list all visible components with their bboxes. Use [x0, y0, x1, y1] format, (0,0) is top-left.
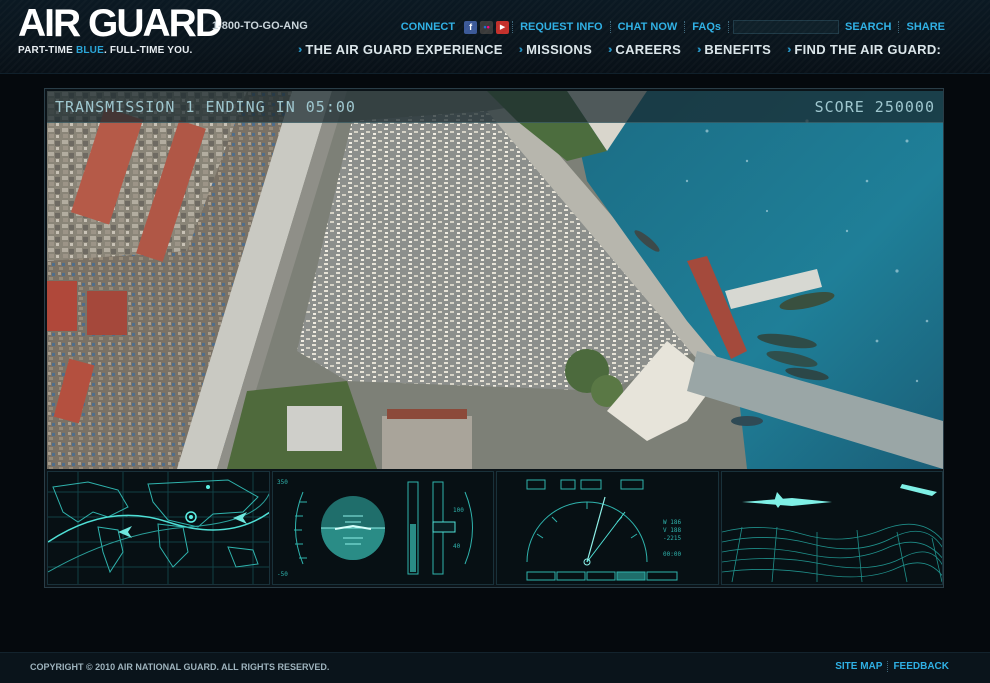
aerial-harbor-image: [47, 91, 943, 469]
navigation-instrument-panel: W 186 V 188 -2215 00:00: [496, 471, 719, 585]
nav-item-benefits[interactable]: ›› BENEFITS: [697, 42, 771, 57]
tagline-pre: PART-TIME: [18, 45, 76, 56]
terrain-uav-panel: [720, 471, 943, 585]
transmission-timer: TRANSMISSION 1 ENDING IN 05:00: [55, 98, 356, 116]
facebook-icon[interactable]: f: [464, 20, 478, 34]
world-map-panel: [47, 471, 270, 585]
tagline-post: . FULL-TIME YOU.: [103, 45, 193, 56]
main-nav: ›› THE AIR GUARD EXPERIENCE ›› MISSIONS …: [298, 42, 957, 57]
tagline: PART-TIME BLUE. FULL-TIME YOU.: [18, 45, 193, 56]
site-map-link[interactable]: SITE MAP: [830, 661, 887, 672]
divider: [728, 21, 730, 33]
aerial-view-screen[interactable]: TRANSMISSION 1 ENDING IN 05:00 SCORE 250…: [47, 91, 943, 469]
world-map-graphic: [48, 472, 269, 584]
social-links: f • • ▶: [464, 20, 510, 34]
connect-label: CONNECT: [400, 21, 456, 33]
nav-item-label: THE AIR GUARD EXPERIENCE: [305, 42, 503, 57]
svg-text:-50: -50: [277, 571, 288, 578]
svg-text:W 186: W 186: [663, 519, 681, 526]
chevron-right-icon: ››: [518, 43, 524, 56]
attitude-indicator-panel: 350 -50 100 40: [271, 471, 494, 585]
nav-item-label: MISSIONS: [526, 42, 593, 57]
nav-item-label: BENEFITS: [704, 42, 772, 57]
nav-item-experience[interactable]: ›› THE AIR GUARD EXPERIENCE: [298, 42, 503, 57]
svg-text:00:00: 00:00: [663, 551, 681, 558]
svg-text:V 188: V 188: [663, 527, 681, 534]
request-info-link[interactable]: REQUEST INFO: [513, 21, 610, 33]
instrument-panels: 350 -50 100 40 W 186 V 188 -2215 00:00: [47, 471, 943, 585]
nav-item-label: FIND THE AIR GUARD:: [794, 42, 942, 57]
nav-item-careers[interactable]: ›› CAREERS: [608, 42, 681, 57]
search-button[interactable]: SEARCH: [845, 21, 898, 33]
svg-text:40: 40: [453, 543, 461, 550]
air-guard-logo[interactable]: AIR GUARD: [18, 4, 223, 44]
svg-text:100: 100: [453, 507, 464, 514]
score-display: SCORE 250000: [814, 98, 935, 116]
svg-text:350: 350: [277, 479, 288, 486]
chevron-right-icon: ››: [608, 43, 613, 56]
tagline-blue: BLUE: [75, 45, 104, 56]
chat-now-link[interactable]: CHAT NOW: [611, 21, 685, 33]
chevron-right-icon: ››: [697, 43, 702, 56]
share-link[interactable]: SHARE: [899, 21, 952, 33]
search-input[interactable]: [733, 20, 840, 34]
navigation-instrument-graphic: W 186V 188 -2215 00:00: [526, 479, 681, 581]
terrain-uav-graphic: [721, 484, 943, 583]
attitude-indicator-graphic: 350 -50 100 40: [277, 479, 473, 578]
hud-bar: TRANSMISSION 1 ENDING IN 05:00 SCORE 250…: [47, 91, 943, 123]
youtube-icon[interactable]: ▶: [496, 20, 510, 34]
nav-item-missions[interactable]: ›› MISSIONS: [519, 42, 592, 57]
game-frame: TRANSMISSION 1 ENDING IN 05:00 SCORE 250…: [44, 88, 944, 588]
chevron-right-icon: ››: [787, 43, 792, 56]
site-header: AIR GUARD PART-TIME BLUE. FULL-TIME YOU.…: [0, 0, 990, 74]
site-footer: COPYRIGHT © 2010 AIR NATIONAL GUARD. ALL…: [0, 652, 990, 683]
feedback-link[interactable]: FEEDBACK: [888, 661, 954, 672]
nav-item-find[interactable]: ›› FIND THE AIR GUARD:: [787, 42, 941, 57]
copyright-text: COPYRIGHT © 2010 AIR NATIONAL GUARD. ALL…: [30, 662, 330, 672]
flickr-icon[interactable]: • •: [480, 20, 494, 34]
svg-text:-2215: -2215: [663, 535, 681, 542]
nav-item-label: CAREERS: [615, 42, 682, 57]
chevron-right-icon: ››: [298, 43, 303, 56]
utility-nav: CONNECT f • • ▶ REQUEST INFO CHAT NOW FAQ…: [394, 19, 952, 35]
footer-links: SITE MAP FEEDBACK: [830, 661, 954, 672]
phone-number: 1-800-TO-GO-ANG: [212, 20, 308, 32]
faqs-link[interactable]: FAQs: [685, 21, 728, 33]
